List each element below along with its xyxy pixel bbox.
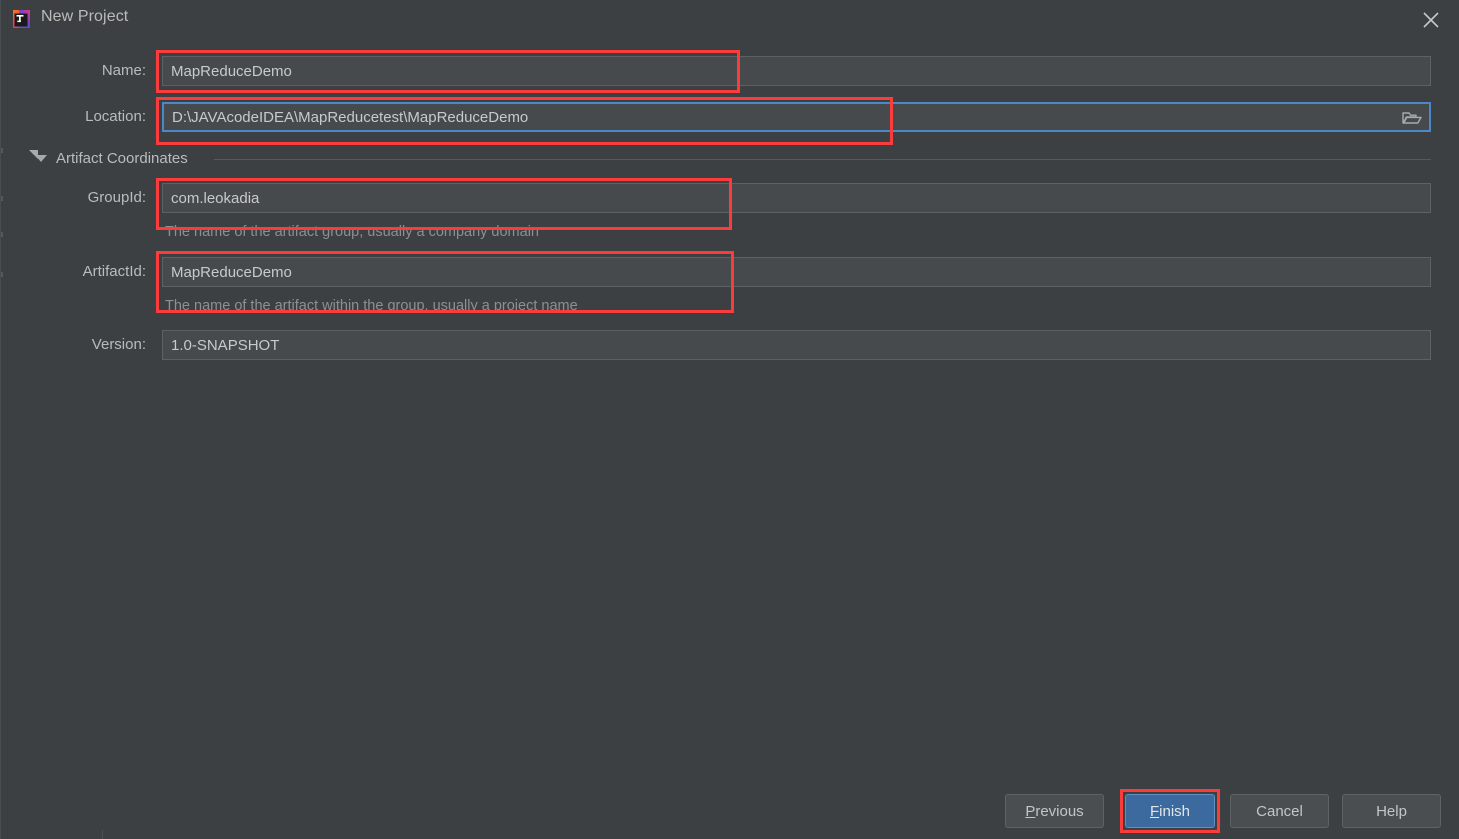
groupid-hint: The name of the artifact group, usually … [165,224,539,240]
title-bar: New Project [1,0,1459,38]
label-version: Version: [91,336,146,353]
artifactid-hint: The name of the artifact within the grou… [165,298,578,314]
cancel-button-label: Cancel [1256,802,1303,820]
intellij-idea-icon [11,9,32,30]
previous-button-mnemonic: P [1025,802,1036,820]
previous-button-label: revious [1035,802,1084,820]
location-input[interactable] [162,102,1431,132]
artifact-coordinates-section-header[interactable]: Artifact Coordinates [35,150,188,167]
label-artifactid: ArtifactId: [82,263,146,280]
section-divider [214,159,1431,160]
previous-button[interactable]: Previous [1005,794,1104,828]
name-input[interactable] [162,56,1431,86]
groupid-input[interactable] [162,183,1431,213]
help-button-label: Help [1376,802,1407,820]
finish-button-label: inish [1159,802,1191,820]
close-icon[interactable] [1418,7,1444,33]
edge-artifact [1,148,3,153]
edge-artifact [1,232,3,237]
version-input[interactable] [162,330,1431,360]
new-project-dialog: New Project Name: Location: Artifact Coo… [0,0,1459,839]
label-name: Name: [101,62,146,79]
label-location: Location: [85,108,146,125]
help-button[interactable]: Help [1342,794,1441,828]
artifactid-input[interactable] [162,257,1431,287]
folder-icon[interactable] [1402,109,1422,127]
chevron-down-icon [35,155,47,162]
footer-seam [102,830,103,839]
cancel-button[interactable]: Cancel [1230,794,1329,828]
window-title: New Project [41,8,129,25]
finish-button-mnemonic: F [1149,802,1160,820]
label-groupid: GroupId: [87,189,146,206]
artifact-coordinates-title: Artifact Coordinates [56,150,188,167]
finish-button[interactable]: Finish [1125,794,1215,828]
